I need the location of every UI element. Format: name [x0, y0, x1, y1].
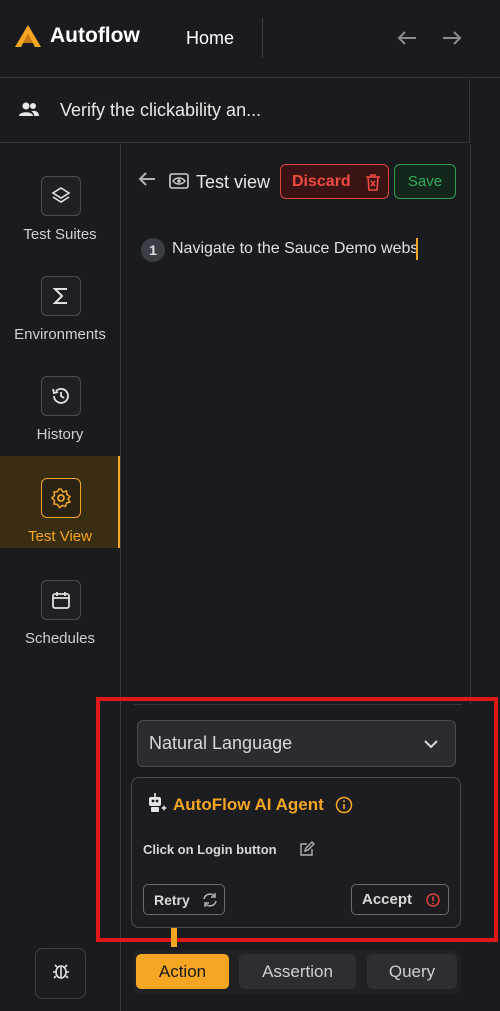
app-name: Autoflow — [50, 24, 140, 47]
eye-icon — [169, 172, 189, 195]
sidebar-item-label: History — [36, 426, 84, 443]
app-logo[interactable]: Autoflow — [14, 24, 140, 48]
main-divider — [470, 144, 471, 704]
top-bar: Autoflow Home — [0, 0, 500, 78]
back-arrow-icon[interactable] — [137, 170, 157, 193]
step-text-input[interactable]: Navigate to the Sauce Demo webs — [172, 240, 418, 258]
discard-label: Discard — [292, 172, 351, 190]
sidebar-item-label: Schedules — [24, 630, 96, 647]
sidebar-item-test-suites[interactable]: Test Suites — [0, 154, 120, 246]
gear-icon — [41, 478, 81, 518]
layers-icon — [41, 176, 81, 216]
sidebar-item-environments[interactable]: Environments — [0, 254, 120, 346]
sidebar-item-history[interactable]: History — [0, 354, 120, 446]
page-title: Test view — [196, 172, 271, 192]
task-bar: Verify the clickability an... — [0, 79, 470, 143]
sidebar-item-test-view[interactable]: Test View — [0, 456, 120, 548]
text-caret — [416, 238, 418, 260]
history-icon — [41, 376, 81, 416]
step-number: 1 — [141, 238, 165, 262]
bug-icon — [51, 961, 71, 986]
task-title: Verify the clickability an... — [60, 100, 262, 120]
arrow-right-icon[interactable] — [438, 24, 466, 52]
arrow-left-icon[interactable] — [393, 24, 421, 52]
tab-query[interactable]: Query — [367, 954, 457, 989]
discard-button[interactable]: Discard — [280, 164, 389, 199]
highlight-frame — [96, 697, 498, 942]
sigma-icon — [41, 276, 81, 316]
trash-icon — [365, 173, 380, 191]
autoflow-logo-icon — [15, 25, 41, 47]
sidebar-item-label: Test Suites — [23, 226, 97, 243]
header-divider — [262, 18, 263, 58]
calendar-icon — [41, 580, 81, 620]
users-icon — [18, 100, 40, 125]
step-type-tabs: Action Assertion Query — [133, 950, 461, 994]
bug-report-button[interactable] — [35, 948, 86, 999]
sidebar-item-label: Environments — [14, 326, 106, 343]
home-link[interactable]: Home — [186, 28, 234, 49]
active-tab-indicator — [171, 928, 177, 947]
save-button[interactable]: Save — [394, 164, 456, 199]
tab-action[interactable]: Action — [136, 954, 229, 989]
sidebar-item-label: Test View — [28, 528, 92, 545]
sidebar-item-schedules[interactable]: Schedules — [0, 558, 120, 650]
tab-assertion[interactable]: Assertion — [239, 954, 356, 989]
